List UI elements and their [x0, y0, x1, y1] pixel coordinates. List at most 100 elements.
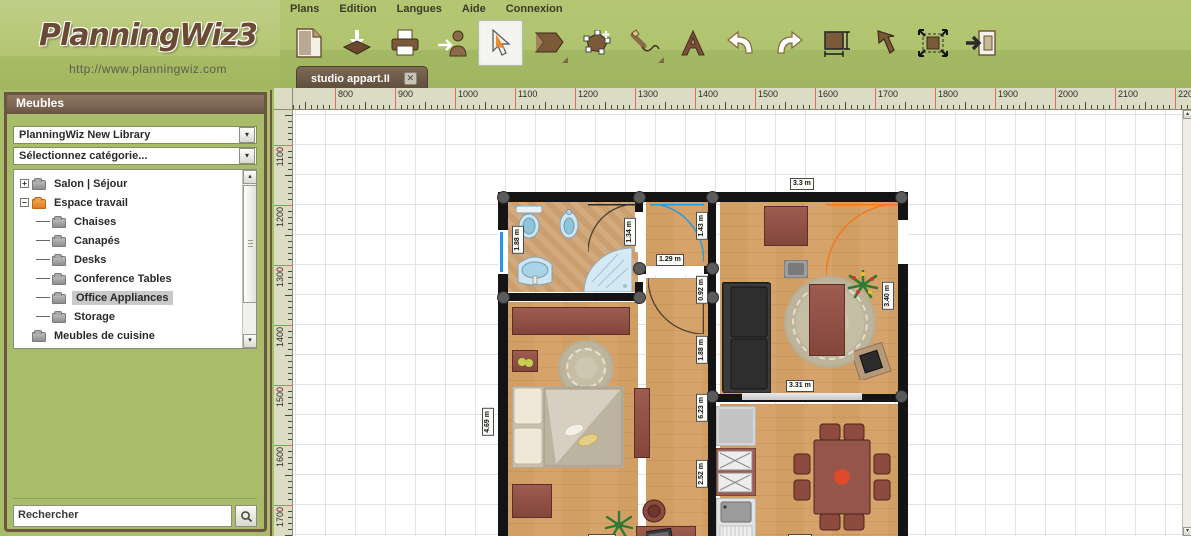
select-arrow-icon[interactable] [478, 20, 523, 66]
library-select[interactable]: PlanningWiz New Library ▾ [13, 126, 257, 144]
menu-item-aide[interactable]: Aide [452, 0, 496, 19]
category-tree[interactable]: + Salon | Séjour − Espace travail Chaises Can… [13, 169, 257, 349]
wall-hall-right[interactable] [708, 192, 716, 536]
menu-item-plans[interactable]: Plans [280, 0, 329, 19]
sofa-living[interactable] [722, 282, 772, 394]
wall-node[interactable] [895, 390, 908, 403]
tree-item-chaises[interactable]: Chaises [14, 212, 242, 231]
dimension-icon[interactable] [814, 20, 859, 66]
fridge[interactable] [715, 405, 757, 447]
text-tool-icon[interactable] [670, 20, 715, 66]
tv-unit-living[interactable] [850, 341, 892, 382]
plan-view[interactable]: 3.3 m 1.88 m 1.34 m 1.43 m 1.29 m 0.92 m… [293, 110, 1191, 536]
wall-node[interactable] [633, 291, 646, 304]
category-select[interactable]: Sélectionnez catégorie... ▾ [13, 147, 257, 165]
undo-icon[interactable] [718, 20, 763, 66]
scroll-up-icon[interactable]: ▴ [1183, 110, 1191, 119]
armchair-living[interactable] [783, 259, 809, 279]
ruler-label: 1000 [458, 89, 479, 99]
dresser[interactable] [634, 388, 650, 458]
nightstand-bottom[interactable] [512, 484, 552, 518]
expand-icon[interactable]: + [20, 179, 29, 188]
wall-node[interactable] [497, 191, 510, 204]
tool-options-icon[interactable] [562, 57, 568, 63]
wall-bath-bottom[interactable] [498, 293, 643, 301]
tree-item-play[interactable]: +Play [14, 345, 242, 348]
ruler-tick-minor [641, 105, 642, 109]
collapse-icon[interactable]: − [20, 198, 29, 207]
wall-node[interactable] [706, 262, 719, 275]
search-icon[interactable] [235, 505, 257, 527]
plant-living[interactable] [846, 268, 880, 300]
tree-item-espace-travail[interactable]: − Espace travail [14, 193, 242, 212]
export-icon[interactable] [958, 20, 1003, 66]
desk-chair[interactable] [640, 498, 668, 524]
print-plan-icon[interactable] [382, 20, 427, 66]
tool-options-icon[interactable] [658, 57, 664, 63]
window-living-bottom-sill[interactable] [742, 393, 862, 400]
ruler-tick-minor [959, 105, 960, 109]
chevron-down-icon[interactable]: ▾ [239, 148, 255, 164]
menu-item-langues[interactable]: Langues [387, 0, 452, 19]
ruler-label: 1800 [938, 89, 959, 99]
ruler-tick-minor [629, 105, 630, 109]
wall-node[interactable] [706, 191, 719, 204]
living-cabinet-top[interactable] [764, 206, 808, 246]
draw-wall-icon[interactable] [526, 20, 571, 66]
tree-item-storage[interactable]: Storage [14, 307, 242, 326]
tab-studio-appart[interactable]: studio appart.II ✕ [296, 66, 428, 90]
chevron-down-icon[interactable]: ▾ [239, 127, 255, 143]
tree-item-canap-s[interactable]: Canapés [14, 231, 242, 250]
ruler-tick-minor [521, 105, 522, 109]
save-plan-icon[interactable] [334, 20, 379, 66]
pointer-move-icon[interactable] [862, 20, 907, 66]
tree-scrollbar[interactable]: ▴ ▾ [242, 170, 256, 348]
plant-bedroom[interactable] [604, 510, 634, 536]
bed-double[interactable] [511, 385, 625, 469]
close-icon[interactable]: ✕ [403, 72, 417, 85]
tree-item-salon-s-jour[interactable]: + Salon | Séjour [14, 174, 242, 193]
coffee-table-living[interactable] [809, 284, 845, 356]
draw-freehand-icon[interactable] [622, 20, 667, 66]
ruler-tick-minor [288, 121, 292, 122]
sink-bathroom[interactable] [516, 252, 554, 286]
kitchen-sink[interactable] [715, 497, 757, 536]
wall-top[interactable] [498, 192, 908, 202]
draw-polygon-icon[interactable] [574, 20, 619, 66]
laptop[interactable] [644, 527, 680, 536]
menu-item-connexion[interactable]: Connexion [496, 0, 573, 19]
wardrobe[interactable] [512, 307, 630, 335]
side-table-left[interactable] [512, 350, 538, 372]
wall-node[interactable] [895, 191, 908, 204]
dining-set[interactable] [792, 418, 892, 536]
ruler-tick-minor [413, 105, 414, 109]
bidet-1[interactable] [558, 208, 580, 240]
tree-item-meubles-de-cuisine[interactable]: Meubles de cuisine [14, 326, 242, 345]
menu-item-edition[interactable]: Edition [329, 0, 386, 19]
share-plan-icon[interactable] [430, 20, 475, 66]
search-input[interactable]: Rechercher [13, 505, 232, 527]
door-living-right[interactable] [825, 202, 899, 277]
resize-icon[interactable] [910, 20, 955, 66]
window-right-upper[interactable] [898, 220, 908, 264]
tree-item-desks[interactable]: Desks [14, 250, 242, 269]
window-bath-door-frame[interactable] [635, 212, 644, 252]
new-plan-icon[interactable] [286, 20, 331, 66]
shower-cabin[interactable] [583, 247, 633, 293]
window-hall-gap[interactable] [646, 266, 704, 275]
canvas-vertical-scrollbar[interactable]: ▴ ▾ [1182, 110, 1191, 536]
wall-node[interactable] [633, 191, 646, 204]
stove[interactable] [715, 447, 757, 497]
app-logo-url: http://www.planningwiz.com [69, 62, 227, 76]
scrollbar-thumb[interactable] [243, 185, 256, 303]
wall-node[interactable] [497, 291, 510, 304]
redo-icon[interactable] [766, 20, 811, 66]
scroll-up-icon[interactable]: ▴ [243, 170, 256, 184]
scroll-down-icon[interactable]: ▾ [243, 334, 256, 348]
tree-item-office-appliances[interactable]: Office Appliances [14, 288, 242, 307]
tree-item-conference-tables[interactable]: Conference Tables [14, 269, 242, 288]
ruler-tick-minor [288, 313, 292, 314]
scroll-down-icon[interactable]: ▾ [1183, 527, 1191, 536]
wall-node[interactable] [633, 262, 646, 275]
window-bath-left[interactable] [500, 232, 503, 272]
